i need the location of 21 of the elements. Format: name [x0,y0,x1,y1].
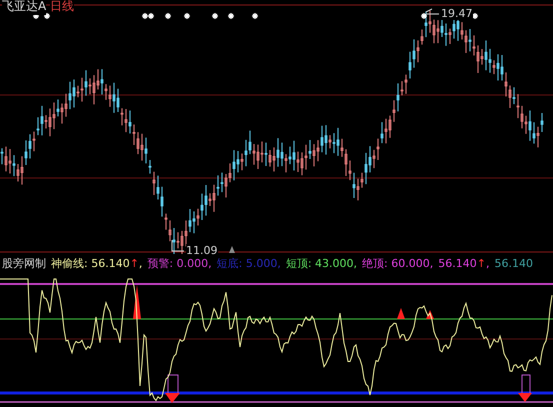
signal-fill [133,285,141,319]
legend-entry: 神偷线: 56.140↑, [51,256,142,272]
legend-entry: 绝顶: 60.000, [362,256,434,272]
signal-fill [426,310,434,319]
signal-bracket [522,374,530,394]
legend-entry: 56.140↑, [438,256,490,272]
high-price-label: 19.47 [441,7,472,20]
signal-bracket [168,374,178,394]
signal-fill [165,393,180,403]
security-name: 飞亚达A [2,0,46,15]
indicator-title: 股旁网制 [2,256,46,272]
low-price-label: 11.09 [186,244,218,257]
leader-line [172,240,184,252]
legend-entry: 预警: 0.000, [147,256,212,272]
legend-entry: 56.140 [494,256,533,272]
signal-fill [518,393,532,402]
legend-entry: 短顶: 43.000, [286,256,358,272]
legend-entry: 短底: 5.000, [216,256,281,272]
signal-fill [397,308,405,319]
leader-line [426,8,440,14]
marker-icon [229,246,235,253]
